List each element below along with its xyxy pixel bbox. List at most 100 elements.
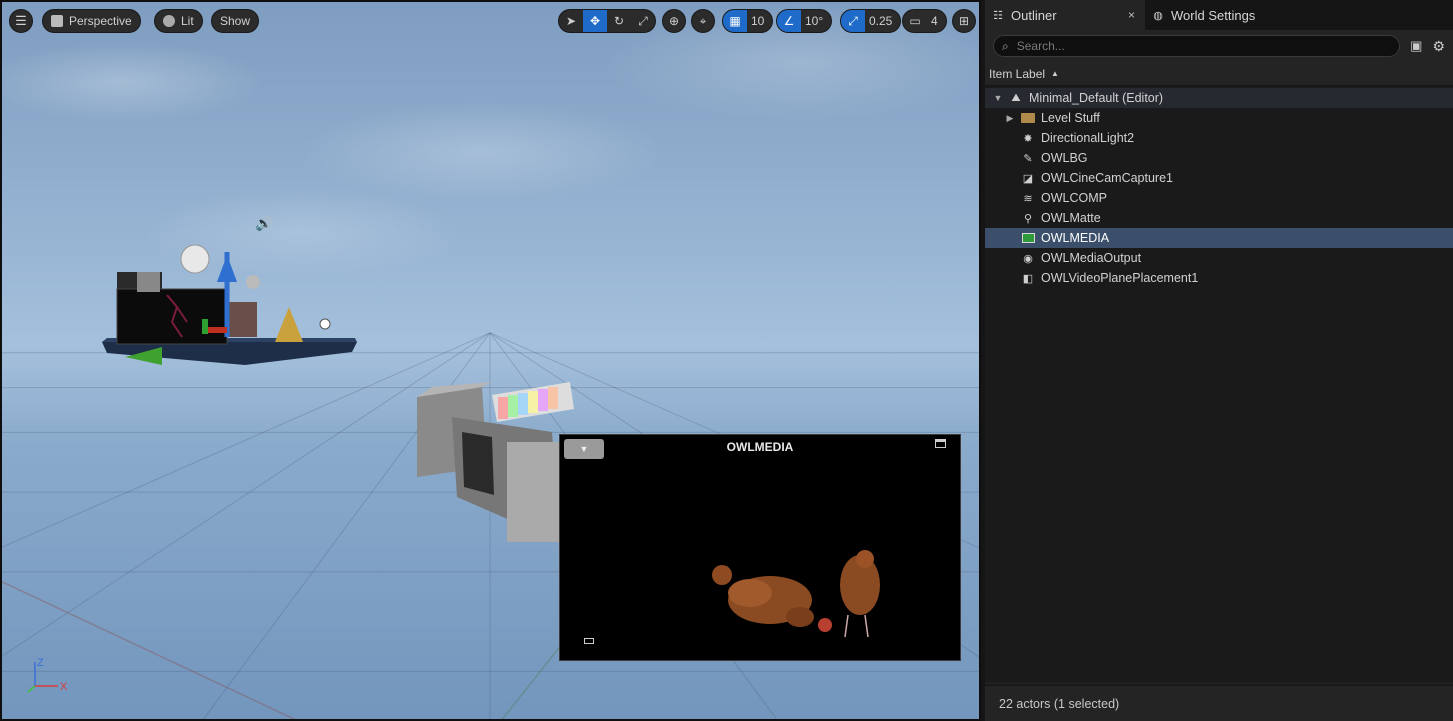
film-icon (1021, 231, 1035, 245)
tree-row-label: OWLCineCamCapture1 (1041, 171, 1173, 185)
tree-row-directionallight2[interactable]: ✸ DirectionalLight2 (985, 128, 1453, 148)
hamburger-icon: ☰ (15, 13, 27, 28)
surface-snap-button[interactable]: ⌖ (691, 9, 715, 33)
translate-tool-button[interactable]: ✥ (583, 10, 607, 32)
tab-world-settings[interactable]: ◍ World Settings (1145, 0, 1265, 30)
search-box[interactable]: ⌕ (993, 35, 1401, 57)
tree-row-label: OWLMatte (1041, 211, 1101, 225)
camera-speed-button[interactable]: ▭ (903, 10, 927, 32)
grid-icon: ▦ (729, 14, 741, 28)
outliner-panel: ☷ Outliner × ◍ World Settings ⌕ ▣ ⚙ Item… (985, 0, 1453, 721)
tree-row-owlbg[interactable]: ✎ OWLBG (985, 148, 1453, 168)
show-button[interactable]: Show (211, 9, 260, 33)
outliner-tree: ▼ ⛰ Minimal_Default (Editor) ▶ Level Stu… (985, 86, 1453, 682)
tree-row-label: OWLMEDIA (1041, 231, 1110, 245)
sun-icon: ✸ (1023, 132, 1033, 145)
tree-row-label: OWLBG (1041, 151, 1088, 165)
audio-source-icon[interactable]: 🔊 (255, 215, 272, 232)
cube-icon (51, 15, 63, 27)
camera-icon: ◪ (1022, 172, 1034, 185)
tree-row-owlcomp[interactable]: ≋ OWLCOMP (985, 188, 1453, 208)
scale-snap-toggle[interactable]: ⤢ (841, 10, 865, 32)
close-icon[interactable]: × (1128, 8, 1135, 22)
satellite-icon: ⚲ (1023, 212, 1033, 225)
scale-snap-control[interactable]: ⤢ 0.25 (840, 9, 902, 33)
tree-row-label: Level Stuff (1041, 111, 1100, 125)
actor-count-status: 22 actors (1 selected) (985, 685, 1453, 721)
surface-snap-icon: ⌖ (699, 13, 707, 28)
column-header-label: Item Label (989, 66, 1046, 81)
level-viewport[interactable]: 🔊 ☰ Perspective Lit Show ➤ ✥ ↻ ⤢ ⊕ ⌖ ▦ 1… (0, 0, 981, 721)
tree-row-label: OWLCOMP (1041, 191, 1107, 205)
scale-icon: ⤢ (638, 13, 648, 28)
outliner-icon: ☷ (993, 9, 1003, 22)
show-label: Show (220, 14, 251, 28)
grid-snap-control[interactable]: ▦ 10 (722, 9, 774, 33)
add-folder-icon[interactable]: ▣ (1410, 38, 1422, 54)
grid-snap-toggle[interactable]: ▦ (723, 10, 747, 32)
tab-outliner-label: Outliner (1011, 7, 1057, 23)
column-header-item-label[interactable]: Item Label ▲ (985, 62, 1453, 86)
layout-icon: ⊞ (958, 14, 970, 28)
scale-tool-button[interactable]: ⤢ (631, 10, 655, 32)
grid-snap-value[interactable]: 10 (747, 14, 772, 28)
viewport-menu-button[interactable]: ☰ (9, 9, 33, 33)
gear-icon[interactable]: ⚙ (1432, 38, 1445, 55)
scene-objects[interactable] (97, 207, 367, 372)
tree-row-label: OWLVideoPlanePlacement1 (1041, 271, 1199, 285)
media-preview-title: OWLMEDIA (726, 440, 794, 454)
axis-indicator: Z X (27, 657, 68, 693)
level-icon: ⛰ (1011, 91, 1021, 104)
axis-z-label: Z (37, 657, 44, 669)
lit-label: Lit (181, 14, 194, 28)
tree-row-owlmedia[interactable]: OWLMEDIA (985, 228, 1453, 248)
transform-tools: ➤ ✥ ↻ ⤢ (558, 9, 656, 33)
chickens-image (712, 550, 880, 638)
rotate-icon: ↻ (613, 14, 625, 28)
tab-world-settings-label: World Settings (1171, 7, 1256, 23)
tree-row-owlvideoplaneplacement1[interactable]: ◧ OWLVideoPlanePlacement1 (985, 268, 1453, 288)
axis-x-label: X (60, 681, 68, 693)
perspective-label: Perspective (69, 14, 132, 28)
globe-icon: ⊕ (668, 14, 680, 28)
globe-icon: ◍ (1153, 9, 1163, 22)
camera-icon: ▭ (909, 14, 921, 28)
folder-icon (1021, 111, 1035, 125)
perspective-button[interactable]: Perspective (42, 9, 141, 33)
angle-icon: ∠ (783, 14, 795, 28)
sort-ascending-icon: ▲ (1051, 69, 1059, 78)
actor-icon: ✎ (1023, 152, 1033, 165)
tree-row-label: DirectionalLight2 (1041, 131, 1135, 145)
tree-row-owlmediaoutput[interactable]: ◉ OWLMediaOutput (985, 248, 1453, 268)
tree-row-owlmatte[interactable]: ⚲ OWLMatte (985, 208, 1453, 228)
media-preview-panel[interactable]: ▼ OWLMEDIA (559, 434, 961, 661)
camera-speed-value[interactable]: 4 (927, 14, 946, 28)
select-tool-button[interactable]: ➤ (559, 10, 583, 32)
world-local-button[interactable]: ⊕ (662, 9, 686, 33)
tree-root-row[interactable]: ▼ ⛰ Minimal_Default (Editor) (985, 88, 1453, 108)
expand-arrow-icon[interactable]: ▶ (1005, 113, 1015, 124)
cube-icon: ◧ (1022, 272, 1034, 285)
rotation-snap-toggle[interactable]: ∠ (777, 10, 801, 32)
camera-speed-control[interactable]: ▭ 4 (902, 9, 947, 33)
pin-icon[interactable] (584, 638, 594, 644)
rotation-snap-value[interactable]: 10° (801, 14, 831, 28)
panel-tabs: ☷ Outliner × ◍ World Settings (985, 0, 1453, 30)
lit-button[interactable]: Lit (154, 9, 203, 33)
maximize-icon[interactable] (935, 439, 946, 448)
layers-icon: ≋ (1023, 192, 1033, 205)
rotation-snap-control[interactable]: ∠ 10° (776, 9, 833, 33)
tab-outliner[interactable]: ☷ Outliner × (985, 0, 1145, 30)
tree-row-level-stuff[interactable]: ▶ Level Stuff (985, 108, 1453, 128)
cursor-icon: ➤ (565, 14, 577, 28)
root-label: Minimal_Default (Editor) (1029, 91, 1164, 105)
collapse-arrow-icon[interactable]: ▼ (993, 93, 1003, 103)
viewport-layout-button[interactable]: ⊞ (952, 9, 976, 33)
tree-row-label: OWLMediaOutput (1041, 251, 1142, 265)
search-input[interactable] (1016, 39, 1392, 53)
tree-row-owlcinecamcapture1[interactable]: ◪ OWLCineCamCapture1 (985, 168, 1453, 188)
search-row: ⌕ ▣ ⚙ (985, 30, 1453, 62)
rotate-tool-button[interactable]: ↻ (607, 10, 631, 32)
scale-snap-icon: ⤢ (848, 13, 858, 28)
scale-snap-value[interactable]: 0.25 (865, 14, 900, 28)
